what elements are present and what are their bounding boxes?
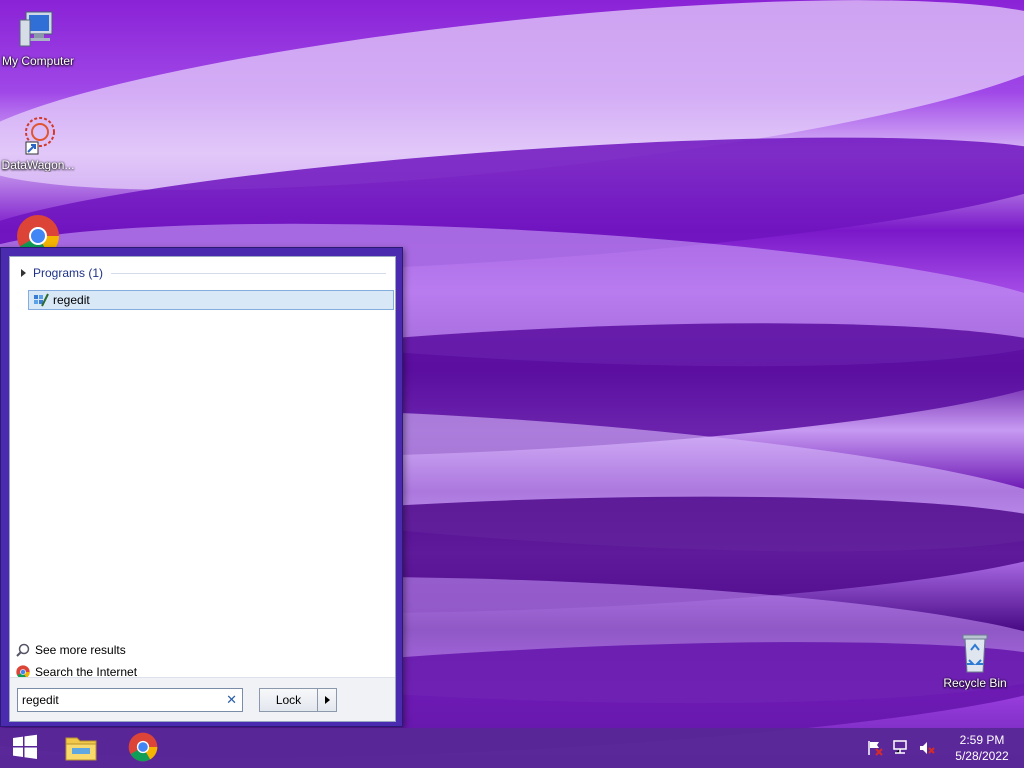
desktop-icon-label: My Computer — [1, 54, 75, 68]
programs-section-header[interactable]: Programs (1) — [18, 265, 386, 281]
recycle-bin-icon — [953, 630, 997, 674]
expand-triangle-icon[interactable] — [21, 269, 26, 277]
desktop-icon-label: Recycle Bin — [943, 676, 1007, 690]
windows-start-icon — [12, 734, 38, 763]
chevron-right-icon — [324, 696, 330, 704]
start-search-input[interactable] — [22, 693, 217, 707]
result-item-regedit[interactable]: regedit — [28, 290, 394, 310]
search-strip: ✕ Lock — [10, 677, 395, 721]
lock-button[interactable]: Lock — [259, 688, 317, 712]
taskbar-clock[interactable]: 2:59 PM 5/28/2022 — [952, 732, 1012, 764]
volume-muted-icon[interactable] — [918, 739, 936, 757]
start-search-box[interactable]: ✕ — [17, 688, 243, 712]
regedit-icon — [33, 292, 49, 308]
start-menu-results-pane: Programs (1) regedit See more results Se… — [9, 256, 396, 722]
start-button[interactable] — [0, 728, 50, 768]
lock-button-label: Lock — [275, 693, 302, 707]
desktop-icon-my-computer[interactable]: My Computer — [0, 8, 76, 68]
start-menu: Programs (1) regedit See more results Se… — [0, 247, 403, 727]
action-center-flag-icon[interactable] — [866, 739, 884, 757]
desktop-icon-recycle-bin[interactable]: Recycle Bin — [937, 630, 1013, 690]
section-divider — [111, 272, 386, 274]
computer-icon — [16, 8, 60, 52]
see-more-results-link[interactable]: See more results — [16, 641, 126, 659]
programs-section-label: Programs (1) — [33, 266, 104, 280]
datawagon-shortcut-icon — [16, 112, 60, 156]
see-more-results-label: See more results — [35, 643, 126, 657]
clock-date: 5/28/2022 — [955, 749, 1009, 763]
taskbar-file-explorer[interactable] — [56, 728, 106, 768]
power-options-arrow-button[interactable] — [317, 688, 337, 712]
desktop-icon-label: DataWagon... — [1, 158, 75, 172]
network-icon[interactable] — [892, 739, 910, 757]
search-icon — [16, 643, 30, 657]
result-item-label: regedit — [53, 293, 90, 307]
taskbar: 2:59 PM 5/28/2022 — [0, 728, 1024, 768]
system-tray: 2:59 PM 5/28/2022 — [866, 728, 1012, 768]
chrome-icon — [128, 732, 158, 765]
clear-search-icon[interactable]: ✕ — [226, 692, 237, 708]
desktop-icon-datawagon[interactable]: DataWagon... — [0, 112, 76, 172]
clock-time: 2:59 PM — [959, 733, 1005, 747]
taskbar-chrome[interactable] — [118, 728, 168, 768]
file-explorer-icon — [64, 732, 98, 765]
